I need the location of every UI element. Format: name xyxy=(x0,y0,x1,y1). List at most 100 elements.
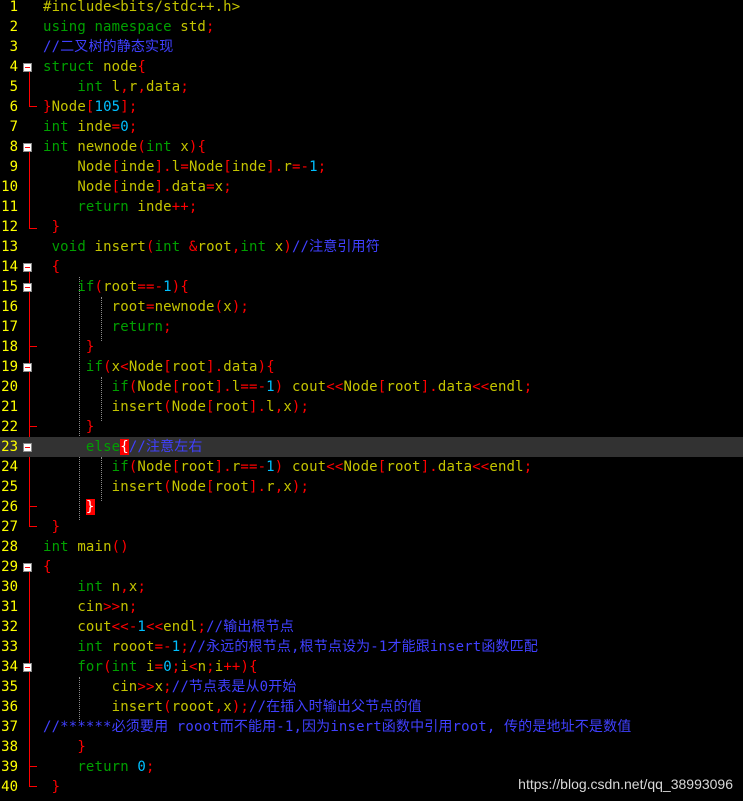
code-line[interactable]: 5 int l,r,data; xyxy=(0,77,743,97)
code-token: int xyxy=(77,579,112,595)
code-line[interactable]: 30 int n,x; xyxy=(0,577,743,597)
code-line[interactable]: 4 struct node{ xyxy=(0,57,743,77)
code-line[interactable]: 35 cin>>x;//节点表是从0开始 xyxy=(0,677,743,697)
code-token: << xyxy=(472,459,490,475)
code-line[interactable]: 10 Node[inde].data=x; xyxy=(0,177,743,197)
code-line[interactable]: 22 } xyxy=(0,417,743,437)
code-token: main xyxy=(77,539,112,555)
code-token: n xyxy=(197,659,207,675)
fold-collapse-icon[interactable] xyxy=(23,363,32,372)
code-token: ]. xyxy=(266,159,284,175)
code-text: int inde=0; xyxy=(43,117,137,137)
code-line[interactable]: 28 int main() xyxy=(0,537,743,557)
code-line[interactable]: 31 cin>>n; xyxy=(0,597,743,617)
code-line[interactable]: 3 //二叉树的静态实现 xyxy=(0,37,743,57)
code-token: ; xyxy=(128,599,138,615)
code-line[interactable]: 36 insert(rooot,x);//在插入时输出父节点的值 xyxy=(0,697,743,717)
code-token: //输出根节点 xyxy=(206,619,295,635)
code-line[interactable]: 26 } xyxy=(0,497,743,517)
code-token: << xyxy=(472,379,490,395)
code-line[interactable]: 34 for(int i=0;i<n;i++){ xyxy=(0,657,743,677)
code-line[interactable]: 14 { xyxy=(0,257,743,277)
code-text: insert(Node[root].r,x); xyxy=(43,477,309,497)
code-line[interactable]: 16 root=newnode(x); xyxy=(0,297,743,317)
code-line[interactable]: 25 insert(Node[root].r,x); xyxy=(0,477,743,497)
code-token: ( xyxy=(103,359,112,375)
code-line[interactable]: 38 } xyxy=(0,737,743,757)
line-number: 11 xyxy=(1,199,18,215)
code-token: } xyxy=(43,99,52,115)
code-text: #include<bits/stdc++.h> xyxy=(43,0,240,17)
code-token: , xyxy=(120,579,129,595)
line-number: 26 xyxy=(1,499,18,515)
code-token: root xyxy=(197,239,232,255)
code-line[interactable]: 15 if(root==-1){ xyxy=(0,277,743,297)
code-line[interactable]: 17 return; xyxy=(0,317,743,337)
code-token: Node xyxy=(188,159,224,175)
fold-collapse-icon[interactable] xyxy=(23,283,32,292)
code-text: } xyxy=(43,737,86,757)
code-text: if(Node[root].l==-1) cout<<Node[root].da… xyxy=(43,377,532,397)
line-number: 20 xyxy=(1,379,18,395)
code-token: cin xyxy=(77,599,104,615)
code-token: 1 xyxy=(137,619,146,635)
line-number: 23 xyxy=(1,439,18,455)
fold-collapse-icon[interactable] xyxy=(23,263,32,272)
code-line[interactable]: 32 cout<<-1<<endl;//输出根节点 xyxy=(0,617,743,637)
code-line[interactable]: 2 using namespace std; xyxy=(0,17,743,37)
line-number: 4 xyxy=(9,59,18,75)
code-line[interactable]: 29 { xyxy=(0,557,743,577)
fold-collapse-icon[interactable] xyxy=(23,143,32,152)
code-line[interactable]: 39 return 0; xyxy=(0,757,743,777)
code-token: ); xyxy=(231,699,249,715)
code-line[interactable]: 7 int inde=0; xyxy=(0,117,743,137)
code-token: , xyxy=(120,79,129,95)
code-token: ( xyxy=(163,479,172,495)
code-text: } xyxy=(43,217,60,237)
code-line[interactable]: 6}Node[105]; xyxy=(0,97,743,117)
code-line[interactable]: 19 if(x<Node[root].data){ xyxy=(0,357,743,377)
code-token: n xyxy=(120,599,129,615)
code-line[interactable]: 23 else{//注意左右 xyxy=(0,437,743,457)
code-line[interactable]: 1 #include<bits/stdc++.h> xyxy=(0,0,743,17)
code-token: ]. xyxy=(248,399,267,415)
fold-collapse-icon[interactable] xyxy=(23,563,32,572)
code-token: [ xyxy=(111,159,121,175)
line-number: 2 xyxy=(9,19,18,35)
code-line[interactable]: 21 insert(Node[root].l,x); xyxy=(0,397,743,417)
code-line[interactable]: 18 } xyxy=(0,337,743,357)
code-line[interactable]: 24 if(Node[root].r==-1) cout<<Node[root]… xyxy=(0,457,743,477)
code-token: x xyxy=(223,699,232,715)
code-text: //******必须要用 rooot而不能用-1,因为insert函数中引用ro… xyxy=(43,717,631,737)
code-token: //注意引用符 xyxy=(291,239,380,255)
code-line[interactable]: 13 void insert(int &root,int x)//注意引用符 xyxy=(0,237,743,257)
code-line[interactable]: 27 } xyxy=(0,517,743,537)
line-number: 7 xyxy=(9,119,18,135)
code-token: ]; xyxy=(120,99,138,115)
line-number: 35 xyxy=(1,679,18,695)
fold-collapse-icon[interactable] xyxy=(23,63,32,72)
code-token: ; xyxy=(206,19,215,35)
code-line[interactable]: 8 int newnode(int x){ xyxy=(0,137,743,157)
fold-collapse-icon[interactable] xyxy=(23,663,32,672)
code-token: int xyxy=(145,139,181,155)
code-token: int xyxy=(43,539,78,555)
code-editor[interactable]: 1 #include<bits/stdc++.h> 2 using namespace… xyxy=(0,0,743,801)
code-token: root xyxy=(214,399,249,415)
code-line[interactable]: 12 } xyxy=(0,217,743,237)
code-line[interactable]: 9 Node[inde].l=Node[inde].r=-1; xyxy=(0,157,743,177)
fold-collapse-icon[interactable] xyxy=(23,443,32,452)
code-line[interactable]: 37 //******必须要用 rooot而不能用-1,因为insert函数中引用… xyxy=(0,717,743,737)
code-line[interactable]: 33 int rooot=-1;//永远的根节点,根节点设为-1才能跟inser… xyxy=(0,637,743,657)
code-token: data xyxy=(223,359,258,375)
code-line[interactable]: 11 return inde++; xyxy=(0,197,743,217)
line-number: 21 xyxy=(1,399,18,415)
line-number: 8 xyxy=(9,139,18,155)
code-line[interactable]: 20 if(Node[root].l==-1) cout<<Node[root]… xyxy=(0,377,743,397)
code-token: = xyxy=(206,179,215,195)
code-token: } xyxy=(43,219,61,235)
code-token: 0 xyxy=(163,659,172,675)
code-text: int newnode(int x){ xyxy=(43,137,206,157)
